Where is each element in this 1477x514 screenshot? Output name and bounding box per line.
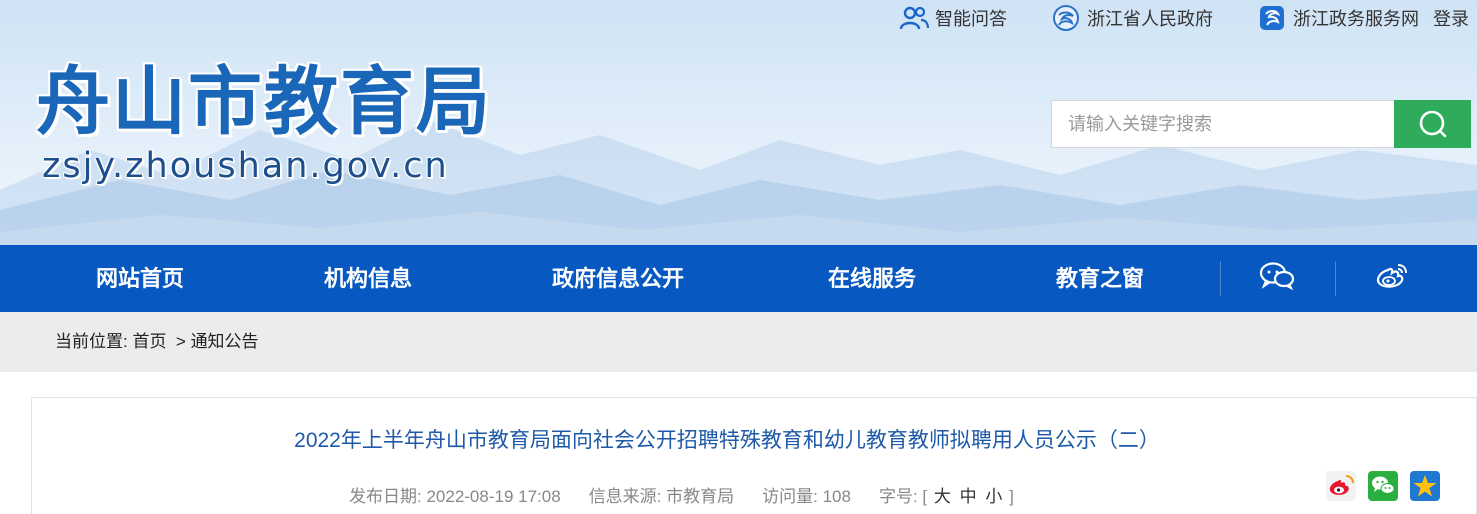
font-size-control: 字号: [ 大 中 小 ] <box>879 482 1014 507</box>
breadcrumb-bar: 当前位置: 首页 > 通知公告 <box>0 312 1477 372</box>
article-card: 2022年上半年舟山市教育局面向社会公开招聘特殊教育和幼儿教育教师拟聘用人员公示… <box>31 397 1477 514</box>
nav-item-education-window[interactable]: 教育之窗 <box>1056 245 1144 312</box>
font-size-label: 字号: [ <box>878 487 932 506</box>
article-meta: 发布日期: 2022-08-19 17:08 信息来源: 市教育局 访问量: 1… <box>349 482 1014 507</box>
visit-count-label: 访问量: <box>762 487 823 506</box>
top-link-label: 浙江政务服务网 <box>1293 9 1419 29</box>
nav-item-home[interactable]: 网站首页 <box>96 245 184 312</box>
wechat-icon[interactable] <box>1257 259 1297 293</box>
info-source: 信息来源: 市教育局 <box>589 482 734 507</box>
nav-divider <box>1220 261 1221 296</box>
top-link-label: 浙江省人民政府 <box>1087 9 1213 29</box>
font-size-small-button[interactable]: 小 <box>983 487 1004 506</box>
publish-date-value: 2022-08-19 17:08 <box>426 487 561 506</box>
publish-date: 发布日期: 2022-08-19 17:08 <box>349 482 561 507</box>
wechat-share-icon[interactable] <box>1368 471 1398 501</box>
font-size-close: ] <box>1004 487 1014 506</box>
weibo-icon[interactable] <box>1372 259 1412 293</box>
nav-item-org-info[interactable]: 机构信息 <box>324 245 412 312</box>
zhejiang-gov-icon <box>1051 4 1081 32</box>
site-title: 舟山市教育局 <box>36 59 492 145</box>
font-size-medium-button[interactable]: 中 <box>958 487 979 506</box>
breadcrumb: 当前位置: 首页 > 通知公告 <box>55 312 259 372</box>
search-button[interactable] <box>1394 100 1471 148</box>
search-icon <box>1419 110 1446 138</box>
font-size-large-button[interactable]: 大 <box>932 487 953 506</box>
search-input[interactable] <box>1051 100 1394 148</box>
top-link-label: 智能问答 <box>935 9 1007 29</box>
nav-divider <box>1335 261 1336 296</box>
breadcrumb-prefix: 当前位置: <box>55 332 133 351</box>
top-links: 智能问答 浙江省人民政府 浙江政务服务网 登录 <box>899 4 1469 32</box>
info-source-label: 信息来源: <box>588 487 667 506</box>
site-header: 智能问答 浙江省人民政府 浙江政务服务网 登录 舟山市教育局 zsjy.zhou… <box>0 0 1477 245</box>
qzone-share-icon[interactable] <box>1410 471 1440 501</box>
weibo-share-icon[interactable] <box>1326 471 1356 501</box>
search-box <box>1051 100 1471 148</box>
visit-count-value: 108 <box>822 487 851 506</box>
breadcrumb-current-link[interactable]: 通知公告 <box>191 312 259 372</box>
zj-service-icon <box>1257 4 1287 32</box>
breadcrumb-separator: > <box>166 332 191 351</box>
nav-item-online-service[interactable]: 在线服务 <box>828 245 916 312</box>
main-nav: 网站首页 机构信息 政府信息公开 在线服务 教育之窗 <box>0 245 1477 312</box>
publish-date-label: 发布日期: <box>349 487 427 506</box>
article-title: 2022年上半年舟山市教育局面向社会公开招聘特殊教育和幼儿教育教师拟聘用人员公示… <box>294 429 1160 452</box>
nav-item-gov-info-public[interactable]: 政府信息公开 <box>552 245 684 312</box>
people-icon <box>899 4 929 32</box>
top-link-zhejiang-gov[interactable]: 浙江省人民政府 <box>1051 4 1213 32</box>
info-source-value: 市教育局 <box>666 487 735 506</box>
breadcrumb-home-link[interactable]: 首页 <box>132 312 166 372</box>
site-domain: zsjy.zhoushan.gov.cn <box>42 146 449 186</box>
login-link[interactable]: 登录 <box>1433 5 1469 31</box>
visit-count: 访问量: 108 <box>762 482 851 507</box>
top-link-smart-qa[interactable]: 智能问答 <box>899 4 1007 32</box>
top-link-zj-service[interactable]: 浙江政务服务网 <box>1257 4 1419 32</box>
